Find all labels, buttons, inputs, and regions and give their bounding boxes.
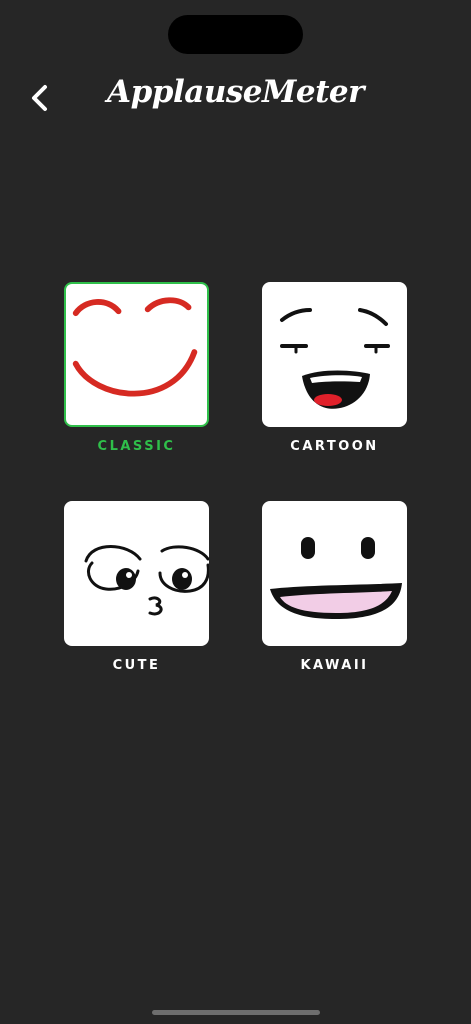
style-label-classic: CLASSIC — [97, 439, 176, 454]
style-label-cute: CUTE — [112, 658, 161, 673]
style-label-kawaii: KAWAII — [300, 658, 369, 673]
style-tile-classic[interactable] — [64, 282, 209, 427]
cartoon-face-icon — [280, 308, 390, 409]
kawaii-face-icon — [270, 537, 402, 619]
classic-face-icon — [72, 297, 198, 397]
style-label-cartoon: CARTOON — [290, 439, 379, 454]
style-tile-cartoon[interactable] — [262, 282, 407, 427]
app-title: ApplauseMeter — [107, 74, 364, 110]
dynamic-island — [168, 15, 303, 54]
style-tile-cute[interactable] — [64, 501, 209, 646]
style-tile-kawaii[interactable] — [262, 501, 407, 646]
cute-face-icon — [84, 545, 209, 616]
home-indicator[interactable] — [152, 1010, 320, 1015]
